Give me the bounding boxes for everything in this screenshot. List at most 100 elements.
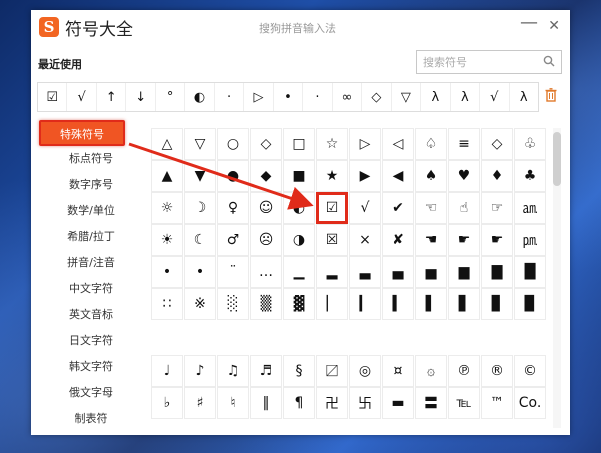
symbol-cell[interactable]: ◁ (382, 128, 414, 160)
recent-symbol[interactable]: ° (156, 83, 186, 111)
symbol-cell[interactable]: ※ (184, 288, 216, 320)
close-button[interactable]: ✕ (548, 18, 560, 34)
recent-symbol[interactable]: ∞ (333, 83, 363, 111)
symbol-cell[interactable]: ۞ (415, 355, 447, 387)
recent-symbol[interactable]: ☑ (38, 83, 68, 111)
symbol-cell[interactable]: ◑ (283, 224, 315, 256)
symbol-cell[interactable]: ☾ (184, 224, 216, 256)
symbol-cell[interactable]: ☼ (151, 192, 183, 224)
sidebar-item[interactable]: 日文字符 (31, 328, 145, 354)
symbol-cell[interactable]: ♂ (217, 224, 249, 256)
symbol-cell[interactable]: ◇ (250, 128, 282, 160)
symbol-cell[interactable]: ▊ (481, 288, 513, 320)
symbol-cell[interactable]: ▄ (382, 256, 414, 288)
symbol-cell[interactable]: ♥ (448, 160, 480, 192)
symbol-cell[interactable]: ▒ (250, 288, 282, 320)
recent-symbol[interactable]: λ (451, 83, 481, 111)
symbol-cell[interactable]: ≡ (448, 128, 480, 160)
symbol-cell[interactable]: ▇ (481, 256, 513, 288)
symbol-cell[interactable]: ♯ (184, 387, 216, 419)
symbol-cell[interactable]: ▌ (415, 288, 447, 320)
symbol-cell[interactable]: ☝ (448, 192, 480, 224)
sidebar-item[interactable]: 特殊符号 (39, 120, 125, 146)
symbol-cell[interactable]: ¤ (382, 355, 414, 387)
symbol-cell[interactable]: ∷ (151, 288, 183, 320)
minimize-button[interactable]: — (520, 12, 538, 33)
recent-symbol[interactable]: ▽ (392, 83, 422, 111)
symbol-cell[interactable]: ◎ (349, 355, 381, 387)
recent-symbol[interactable]: λ (421, 83, 451, 111)
symbol-cell[interactable]: 〼 (316, 355, 348, 387)
sidebar-item[interactable]: 制表符 (31, 406, 145, 432)
symbol-cell[interactable]: ★ (316, 160, 348, 192)
sidebar-item[interactable]: 希腊/拉丁 (31, 224, 145, 250)
symbol-cell[interactable]: ✔ (382, 192, 414, 224)
symbol-cell[interactable]: ▽ (184, 128, 216, 160)
symbol-cell[interactable]: ☺ (250, 192, 282, 224)
symbol-cell[interactable]: © (514, 355, 546, 387)
symbol-cell[interactable]: ▅ (415, 256, 447, 288)
symbol-cell[interactable]: ☆ (316, 128, 348, 160)
sidebar-item[interactable]: 拼音/注音 (31, 250, 145, 276)
symbol-cell[interactable]: ■ (283, 160, 315, 192)
sidebar-item[interactable]: 标点符号 (31, 146, 145, 172)
symbol-cell[interactable]: ℗ (448, 355, 480, 387)
symbol-cell[interactable]: ▉ (514, 288, 546, 320)
symbol-cell[interactable]: ▋ (448, 288, 480, 320)
sidebar-item[interactable]: 中文字符 (31, 276, 145, 302)
symbol-cell[interactable]: △ (151, 128, 183, 160)
recent-symbol[interactable]: √ (480, 83, 510, 111)
symbol-cell[interactable]: ▆ (448, 256, 480, 288)
recent-symbol[interactable]: ▷ (244, 83, 274, 111)
symbol-cell[interactable]: ☛ (448, 224, 480, 256)
selected-symbol-cell[interactable]: ☑ (316, 192, 348, 224)
symbol-cell[interactable]: ▓ (283, 288, 315, 320)
symbol-cell[interactable]: ▷ (349, 128, 381, 160)
symbol-cell[interactable]: ☛ (481, 224, 513, 256)
symbol-cell[interactable]: ▲ (151, 160, 183, 192)
symbol-cell[interactable]: ▁ (283, 256, 315, 288)
symbol-cell[interactable]: ♣ (514, 160, 546, 192)
scrollbar-thumb[interactable] (553, 132, 561, 186)
symbol-cell[interactable]: ◐ (283, 192, 315, 224)
symbol-cell[interactable]: § (283, 355, 315, 387)
symbol-cell[interactable]: ♩ (151, 355, 183, 387)
symbol-cell[interactable]: ☞ (481, 192, 513, 224)
recent-symbol[interactable]: ◐ (185, 83, 215, 111)
symbol-cell[interactable]: ▎ (349, 288, 381, 320)
symbol-cell[interactable]: ㏘ (514, 224, 546, 256)
recent-symbol[interactable]: · (215, 83, 245, 111)
symbol-cell[interactable]: ‖ (250, 387, 282, 419)
symbol-cell[interactable]: ▼ (184, 160, 216, 192)
symbol-cell[interactable]: █ (514, 256, 546, 288)
search-icon[interactable] (543, 55, 555, 70)
trash-icon[interactable] (545, 88, 557, 106)
symbol-cell[interactable]: ♦ (481, 160, 513, 192)
symbol-cell[interactable]: ♤ (415, 128, 447, 160)
recent-symbol[interactable]: · (303, 83, 333, 111)
symbol-cell[interactable]: 卍 (316, 387, 348, 419)
symbol-cell[interactable]: ▍ (382, 288, 414, 320)
symbol-cell[interactable]: ░ (217, 288, 249, 320)
sidebar-item[interactable]: 数学/单位 (31, 198, 145, 224)
recent-symbol[interactable]: ↓ (126, 83, 156, 111)
symbol-cell[interactable]: ☀ (151, 224, 183, 256)
symbol-cell[interactable]: ☜ (415, 192, 447, 224)
symbol-cell[interactable]: √ (349, 192, 381, 224)
symbol-cell[interactable]: ▶ (349, 160, 381, 192)
symbol-cell[interactable]: ♧ (514, 128, 546, 160)
symbol-cell[interactable]: ㏂ (514, 192, 546, 224)
symbol-cell[interactable]: ○ (217, 128, 249, 160)
sidebar-item[interactable]: 英文音标 (31, 302, 145, 328)
symbol-cell[interactable]: • (151, 256, 183, 288)
sidebar-item[interactable]: 俄文字母 (31, 380, 145, 406)
search-input[interactable] (423, 55, 535, 69)
symbol-cell[interactable]: × (349, 224, 381, 256)
symbol-cell[interactable]: ♫ (217, 355, 249, 387)
sidebar-item[interactable]: 数字序号 (31, 172, 145, 198)
symbol-cell[interactable]: ♬ (250, 355, 282, 387)
recent-symbol[interactable]: ◇ (362, 83, 392, 111)
symbol-cell[interactable]: ✘ (382, 224, 414, 256)
symbol-cell[interactable]: ☹ (250, 224, 282, 256)
sidebar-item[interactable]: 韩文字符 (31, 354, 145, 380)
